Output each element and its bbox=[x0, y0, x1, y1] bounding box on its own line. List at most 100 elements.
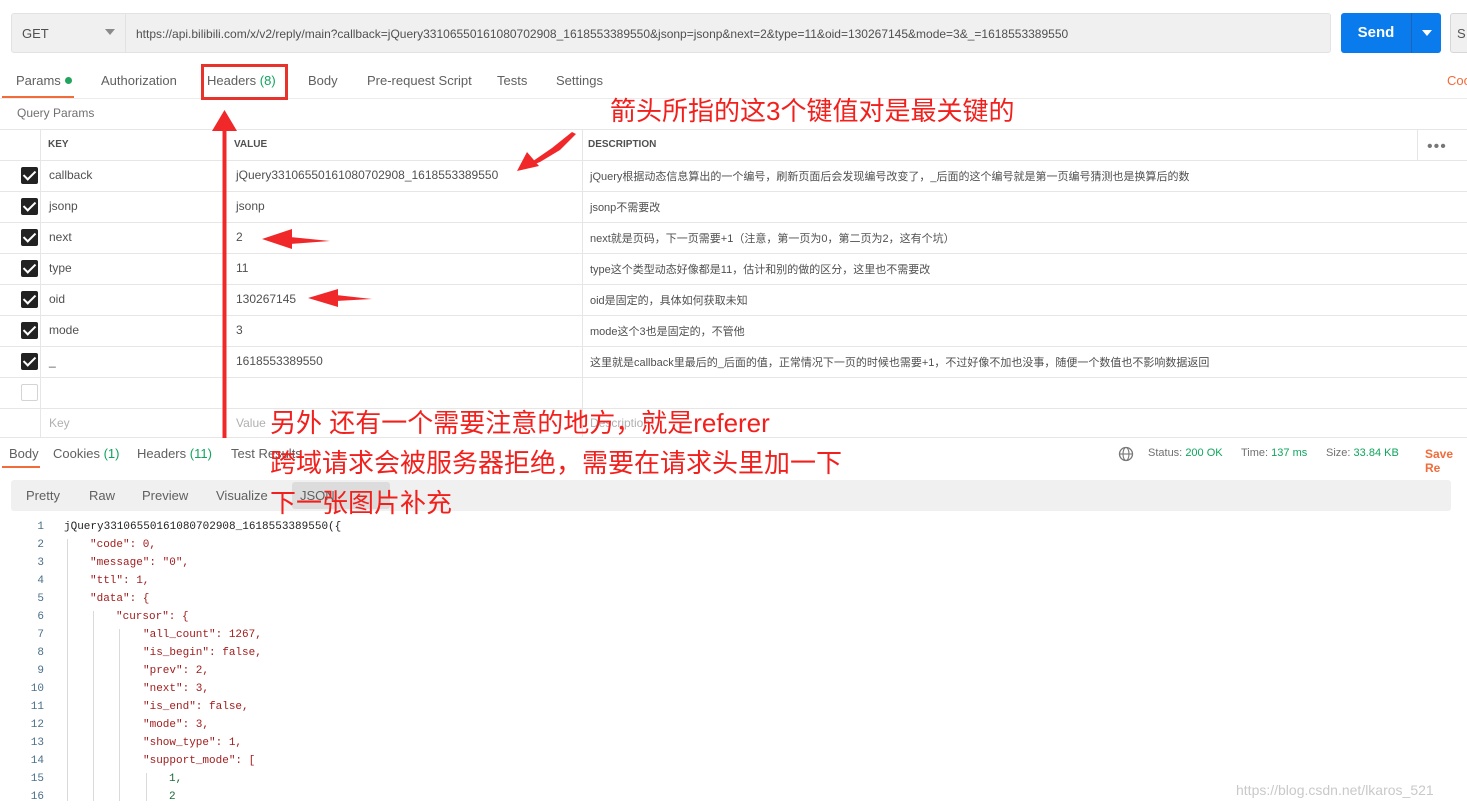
param-key[interactable]: jsonp bbox=[49, 199, 78, 213]
code-text: "next": 3, bbox=[143, 683, 210, 695]
param-value[interactable]: 3 bbox=[236, 323, 243, 337]
tab-tests[interactable]: Tests bbox=[497, 73, 527, 88]
param-value[interactable]: 130267145 bbox=[236, 292, 296, 306]
code-line: 3 "message": "0", bbox=[0, 557, 1467, 575]
param-description[interactable]: oid是固定的，具体如何获取未知 bbox=[590, 292, 748, 308]
param-value[interactable]: 2 bbox=[236, 230, 243, 244]
table-border bbox=[582, 129, 583, 437]
view-pretty-button[interactable]: Pretty bbox=[26, 488, 60, 503]
line-number: 5 bbox=[37, 593, 44, 605]
size-value: 33.84 KB bbox=[1353, 447, 1399, 459]
row-checkbox[interactable] bbox=[21, 167, 38, 184]
param-description[interactable]: jsonp不需要改 bbox=[590, 199, 660, 215]
param-key[interactable]: oid bbox=[49, 292, 65, 306]
table-border bbox=[0, 160, 1467, 161]
tab-count: (1) bbox=[103, 446, 120, 461]
view-preview-button[interactable]: Preview bbox=[142, 488, 188, 503]
more-options-icon[interactable]: ••• bbox=[1427, 138, 1447, 156]
arrowhead-icon bbox=[517, 152, 539, 171]
line-number: 16 bbox=[30, 791, 44, 801]
line-number: 15 bbox=[30, 773, 44, 785]
param-value[interactable]: 11 bbox=[236, 261, 248, 275]
line-number: 11 bbox=[30, 701, 44, 713]
code-text: "is_begin": false, bbox=[143, 647, 262, 659]
row-checkbox[interactable] bbox=[21, 291, 38, 308]
save-button[interactable]: S bbox=[1450, 13, 1467, 53]
time-readout: Time: 137 ms bbox=[1241, 447, 1307, 459]
code-line: 2 "code": 0, bbox=[0, 539, 1467, 557]
new-key-input[interactable]: Key bbox=[49, 416, 70, 430]
code-line: 13 "show_type": 1, bbox=[0, 737, 1467, 755]
row-checkbox[interactable] bbox=[21, 353, 38, 370]
time-label: Time: bbox=[1241, 447, 1269, 459]
chevron-down-icon bbox=[105, 29, 115, 35]
param-key[interactable]: callback bbox=[49, 168, 92, 182]
table-border bbox=[0, 129, 1467, 130]
tab-label: Tests bbox=[497, 73, 528, 88]
code-text: jQuery33106550161080702908_1618553389550… bbox=[64, 521, 342, 533]
code-line: 5 "data": { bbox=[0, 593, 1467, 611]
param-description[interactable]: jQuery根据动态信息算出的一个编号，刷新页面后会发现编号改变了，_后面的这个… bbox=[590, 168, 1190, 184]
code-line: 8 "is_begin": false, bbox=[0, 647, 1467, 665]
row-checkbox[interactable] bbox=[21, 229, 38, 246]
code-text: "message": "0", bbox=[90, 557, 190, 569]
row-checkbox[interactable] bbox=[21, 384, 38, 401]
size-label: Size: bbox=[1326, 447, 1351, 459]
code-line: 10 "next": 3, bbox=[0, 683, 1467, 701]
tab-count: (11) bbox=[189, 446, 212, 461]
tab-params[interactable]: Params bbox=[16, 73, 72, 88]
save-response-button[interactable]: Save Re bbox=[1425, 447, 1467, 475]
line-number: 4 bbox=[37, 575, 44, 587]
tab-response-cookies[interactable]: Cookies (1) bbox=[53, 446, 119, 461]
send-options-button[interactable] bbox=[1411, 13, 1441, 53]
line-number: 10 bbox=[30, 683, 44, 695]
new-value-input[interactable]: Value bbox=[236, 416, 266, 430]
tab-authorization[interactable]: Authorization bbox=[101, 73, 177, 88]
url-input[interactable]: https://api.bilibili.com/x/v2/reply/main… bbox=[126, 13, 1331, 53]
tab-body[interactable]: Body bbox=[308, 73, 338, 88]
tab-label: Params bbox=[16, 73, 61, 88]
row-checkbox[interactable] bbox=[21, 198, 38, 215]
arrowhead-icon bbox=[308, 289, 338, 307]
send-button[interactable]: Send bbox=[1341, 13, 1411, 53]
arrowhead-icon bbox=[262, 229, 292, 249]
tab-label: Authorization bbox=[101, 73, 177, 88]
param-description[interactable]: mode这个3也是固定的，不管他 bbox=[590, 323, 745, 339]
param-key[interactable]: next bbox=[49, 230, 72, 244]
code-line: 12 "mode": 3, bbox=[0, 719, 1467, 737]
line-number: 8 bbox=[37, 647, 44, 659]
globe-icon[interactable] bbox=[1118, 446, 1134, 462]
size-readout: Size: 33.84 KB bbox=[1326, 447, 1399, 459]
annotation-top: 箭头所指的这3个键值对是最关键的 bbox=[610, 96, 1015, 126]
code-line: 11 "is_end": false, bbox=[0, 701, 1467, 719]
param-key[interactable]: type bbox=[49, 261, 72, 275]
param-description[interactable]: next就是页码，下一页需要+1（注意，第一页为0，第二页为2，这有个坑） bbox=[590, 230, 955, 246]
line-number: 3 bbox=[37, 557, 44, 569]
row-checkbox[interactable] bbox=[21, 322, 38, 339]
param-key[interactable]: mode bbox=[49, 323, 79, 337]
line-number: 7 bbox=[37, 629, 44, 641]
code-line: 7 "all_count": 1267, bbox=[0, 629, 1467, 647]
method-select[interactable]: GET bbox=[11, 13, 126, 53]
line-number: 13 bbox=[30, 737, 44, 749]
view-raw-button[interactable]: Raw bbox=[89, 488, 115, 503]
param-value[interactable]: 1618553389550 bbox=[236, 354, 323, 368]
table-border bbox=[0, 284, 1467, 285]
code-text: 2 bbox=[169, 791, 176, 801]
param-description[interactable]: 这里就是callback里最后的_后面的值，正常情况下一页的时候也需要+1，不过… bbox=[590, 354, 1209, 370]
highlight-box bbox=[201, 64, 288, 100]
param-value[interactable]: jsonp bbox=[236, 199, 265, 213]
table-border bbox=[0, 377, 1467, 378]
cookies-link[interactable]: Coo bbox=[1447, 73, 1467, 88]
tab-pre-request-script[interactable]: Pre-request Script bbox=[367, 73, 472, 88]
param-key[interactable]: _ bbox=[49, 354, 56, 368]
param-description[interactable]: type这个类型动态好像都是11，估计和别的做的区分，这里也不需要改 bbox=[590, 261, 930, 277]
status-value: 200 OK bbox=[1185, 447, 1223, 459]
tab-settings[interactable]: Settings bbox=[556, 73, 603, 88]
view-visualize-button[interactable]: Visualize bbox=[216, 488, 268, 503]
param-value[interactable]: jQuery33106550161080702908_1618553389550 bbox=[236, 168, 498, 182]
row-checkbox[interactable] bbox=[21, 260, 38, 277]
tab-response-headers[interactable]: Headers (11) bbox=[137, 446, 212, 461]
tab-response-body[interactable]: Body bbox=[9, 446, 39, 461]
table-border bbox=[0, 315, 1467, 316]
